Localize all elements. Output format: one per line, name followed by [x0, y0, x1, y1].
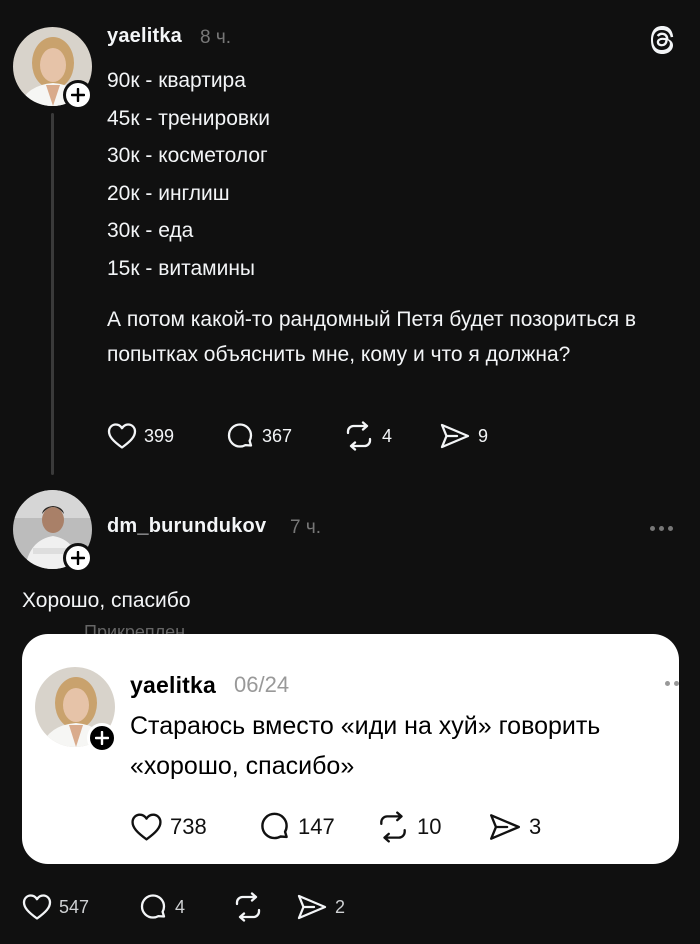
quote-time: 06/24 — [234, 672, 290, 697]
comment-count: 367 — [262, 425, 293, 446]
share-count: 9 — [478, 425, 489, 446]
post-username[interactable]: yaelitka — [107, 25, 182, 48]
post-line: 30к - еда — [107, 219, 194, 242]
heart-icon — [131, 813, 162, 840]
repost-icon — [346, 421, 372, 451]
send-icon — [440, 423, 470, 449]
heart-icon — [107, 423, 137, 449]
send-icon — [297, 894, 327, 920]
like-button[interactable]: 399 — [107, 422, 225, 450]
comment-button[interactable]: 4 — [138, 892, 232, 922]
reply-time: 7 ч. — [290, 517, 322, 538]
post-body-list: 90к - квартира 45к - тренировки 30к - ко… — [107, 62, 687, 287]
send-icon — [490, 813, 520, 840]
like-count: 738 — [170, 813, 207, 839]
repost-button[interactable]: 10 — [376, 810, 488, 843]
reply-actions: 547 4 2 — [22, 892, 345, 922]
share-button[interactable]: 2 — [296, 893, 345, 921]
post-line: 15к - витамины — [107, 256, 256, 280]
thread-line — [51, 113, 54, 475]
follow-button[interactable] — [87, 723, 117, 753]
follow-button[interactable] — [63, 543, 93, 573]
comment-button[interactable]: 147 — [258, 810, 376, 843]
post-actions: 399 367 4 9 — [107, 421, 488, 451]
comment-bubble-icon — [140, 894, 166, 919]
quoted-post-card[interactable]: yaelitka 06/24 Стараюсь вместо «иди на х… — [22, 634, 679, 864]
comment-bubble-icon — [227, 423, 253, 448]
like-count: 547 — [59, 896, 90, 917]
more-dots-icon[interactable] — [665, 681, 679, 686]
quote-actions: 738 147 10 3 — [130, 810, 541, 843]
reply-username[interactable]: dm_burundukov — [107, 515, 266, 538]
share-button[interactable]: 9 — [439, 422, 488, 450]
quote-text: Стараюсь вместо «иди на хуй» говорить «х… — [130, 712, 601, 780]
repost-count: 4 — [382, 425, 393, 446]
repost-button[interactable]: 4 — [343, 421, 439, 451]
comment-count: 147 — [298, 813, 335, 839]
post-line: 45к - тренировки — [107, 106, 270, 130]
plus-icon — [95, 731, 109, 745]
share-button[interactable]: 3 — [488, 812, 541, 842]
share-count: 3 — [529, 813, 542, 839]
comment-bubble-icon — [261, 812, 288, 840]
post-line: 30к - косметолог — [107, 144, 268, 167]
repost-button[interactable] — [232, 892, 296, 922]
post-line: 90к - квартира — [107, 69, 246, 92]
like-button[interactable]: 738 — [130, 812, 258, 842]
comment-button[interactable]: 367 — [225, 421, 343, 451]
reply-text: Хорошо, спасибо — [22, 589, 191, 612]
repost-icon — [235, 892, 261, 922]
pinned-label: Прикреплен — [84, 622, 186, 634]
follow-button[interactable] — [63, 80, 93, 110]
more-dots-icon[interactable] — [650, 526, 673, 531]
share-count: 2 — [335, 896, 346, 917]
quote-username[interactable]: yaelitka — [130, 672, 216, 699]
threads-logo-icon[interactable] — [646, 24, 678, 61]
post-paragraph: А потом какой-то рандомный Петя будет по… — [107, 308, 637, 366]
repost-count: 10 — [417, 813, 442, 839]
comment-count: 4 — [175, 896, 186, 917]
post-time: 8 ч. — [200, 27, 232, 48]
repost-icon — [380, 810, 406, 843]
post-line: 20к - инглиш — [107, 181, 230, 205]
like-count: 399 — [144, 425, 175, 446]
plus-icon — [71, 88, 85, 102]
heart-icon — [22, 894, 52, 920]
like-button[interactable]: 547 — [22, 893, 138, 921]
plus-icon — [71, 551, 85, 565]
